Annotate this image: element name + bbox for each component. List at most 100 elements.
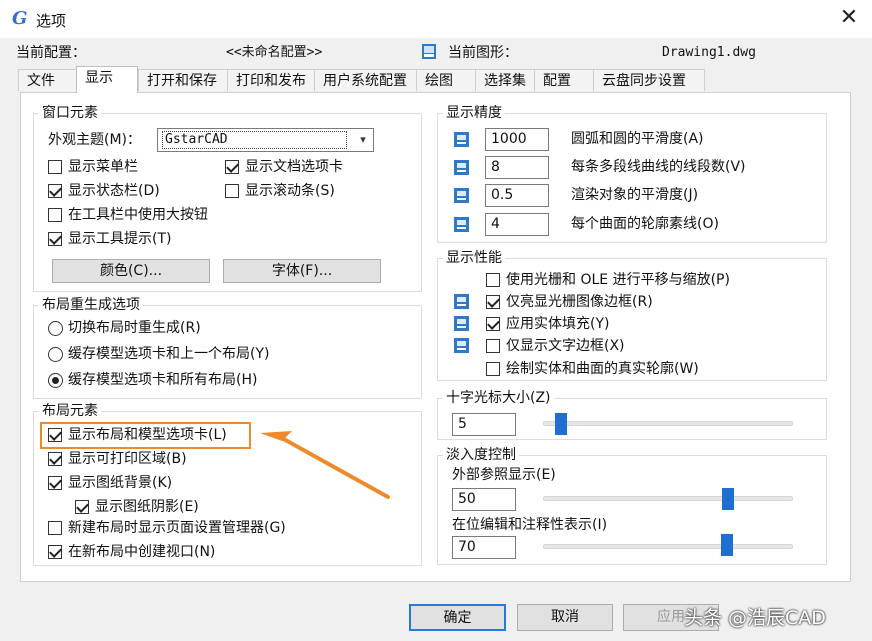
- window-title: 选项: [36, 12, 67, 30]
- saved-in-drawing-icon: [454, 160, 469, 175]
- tab-plot-publish[interactable]: 打印和发布: [227, 69, 315, 91]
- current-profile-value: <<未命名配置>>: [226, 45, 323, 60]
- show-paper-shadow-label: 显示图纸阴影(E): [95, 499, 199, 515]
- fonts-button[interactable]: 字体(F)...: [223, 259, 381, 283]
- current-profile-label: 当前配置：: [16, 45, 86, 61]
- theme-dropdown[interactable]: GstarCAD ▾: [157, 128, 374, 152]
- window-elements-title: 窗口元素: [39, 104, 101, 122]
- cache-model-last-label: 缓存模型选项卡和上一个布局(Y): [68, 346, 270, 362]
- true-silhouettes-checkbox[interactable]: [486, 362, 500, 376]
- text-boundary-label: 仅显示文字边框(X): [506, 338, 625, 354]
- title-bar: [0, 0, 872, 38]
- raster-ole-pan-label: 使用光栅和 OLE 进行平移与缩放(P): [506, 272, 730, 288]
- raster-ole-pan-checkbox[interactable]: [486, 273, 500, 287]
- inplace-slider-track[interactable]: [543, 544, 793, 549]
- layout-elements-title: 布局元素: [39, 402, 101, 420]
- watermark: 头条 @浩辰CAD: [684, 607, 826, 629]
- cache-model-all-label: 缓存模型选项卡和所有布局(H): [68, 372, 258, 388]
- theme-value: GstarCAD: [162, 131, 347, 149]
- show-paper-bg-label: 显示图纸背景(K): [68, 475, 173, 491]
- tab-files[interactable]: 文件: [18, 69, 78, 91]
- show-file-tabs-label: 显示文档选项卡: [245, 159, 343, 175]
- xref-display-input[interactable]: 50: [452, 488, 516, 511]
- show-scrollbars-checkbox[interactable]: [225, 184, 239, 198]
- highlight-raster-checkbox[interactable]: [486, 295, 500, 309]
- render-smoothness-label: 渲染对象的平滑度(J): [571, 187, 699, 203]
- regen-on-switch-label: 切换布局时重生成(R): [68, 320, 201, 336]
- true-silhouettes-label: 绘制实体和曲面的真实轮廓(W): [506, 361, 699, 377]
- show-printable-area-label: 显示可打印区域(B): [68, 451, 187, 467]
- polyline-segments-input[interactable]: 8: [485, 156, 549, 179]
- arc-smoothness-input[interactable]: 1000: [485, 128, 549, 151]
- show-tooltips-checkbox[interactable]: [48, 232, 62, 246]
- create-viewport-label: 在新布局中创建视口(N): [68, 544, 216, 560]
- current-drawing-value: Drawing1.dwg: [662, 45, 756, 60]
- show-statusbar-label: 显示状态栏(D): [68, 183, 160, 199]
- tab-display[interactable]: 显示: [76, 66, 138, 93]
- close-icon[interactable]: ✕: [836, 5, 862, 31]
- show-statusbar-checkbox[interactable]: [48, 184, 62, 198]
- saved-in-drawing-icon: [454, 217, 469, 232]
- layout-regen-title: 布局重生成选项: [39, 296, 143, 314]
- tab-profiles[interactable]: 配置: [534, 69, 594, 91]
- xref-display-label: 外部参照显示(E): [452, 467, 556, 483]
- solid-fill-label: 应用实体填充(Y): [506, 316, 610, 332]
- show-layout-tabs-label: 显示布局和模型选项卡(L): [68, 427, 227, 443]
- crosshair-slider-thumb[interactable]: [554, 413, 567, 435]
- tab-selection[interactable]: 选择集: [475, 69, 535, 91]
- xref-slider-track[interactable]: [543, 496, 793, 501]
- crosshair-slider-track[interactable]: [543, 421, 793, 426]
- saved-in-drawing-icon: [454, 188, 469, 203]
- crosshair-title: 十字光标大小(Z): [443, 389, 554, 407]
- theme-label: 外观主题(M)：: [48, 132, 142, 148]
- saved-in-drawing-icon: [454, 316, 469, 331]
- display-resolution-title: 显示精度: [443, 104, 505, 122]
- show-paper-bg-checkbox[interactable]: [48, 476, 62, 490]
- show-page-setup-checkbox[interactable]: [48, 521, 62, 535]
- tab-cloud-sync[interactable]: 云盘同步设置: [593, 69, 705, 91]
- show-layout-tabs-checkbox[interactable]: [48, 428, 62, 442]
- inplace-slider-thumb[interactable]: [721, 534, 734, 556]
- contour-lines-label: 每个曲面的轮廓素线(O): [571, 216, 719, 232]
- text-boundary-checkbox[interactable]: [486, 339, 500, 353]
- cancel-button[interactable]: 取消: [517, 604, 613, 631]
- large-buttons-label: 在工具栏中使用大按钮: [68, 207, 208, 223]
- fade-control-title: 淡入度控制: [443, 446, 519, 464]
- show-page-setup-label: 新建布局时显示页面设置管理器(G): [68, 520, 286, 536]
- chevron-down-icon: ▾: [360, 133, 366, 146]
- contour-lines-input[interactable]: 4: [485, 213, 549, 236]
- current-drawing-label: 当前图形：: [448, 45, 518, 61]
- annotation-arrow-icon: [260, 431, 390, 499]
- show-tooltips-label: 显示工具提示(T): [68, 231, 172, 247]
- saved-in-drawing-icon: [454, 132, 469, 147]
- create-viewport-checkbox[interactable]: [48, 545, 62, 559]
- cache-model-all-radio[interactable]: [48, 373, 63, 388]
- colors-button[interactable]: 颜色(C)...: [52, 259, 210, 283]
- xref-slider-thumb[interactable]: [721, 488, 734, 510]
- cache-model-last-radio[interactable]: [48, 347, 63, 362]
- show-scrollbars-label: 显示滚动条(S): [245, 183, 335, 199]
- arc-smoothness-label: 圆弧和圆的平滑度(A): [571, 131, 704, 147]
- tab-drafting[interactable]: 绘图: [416, 69, 476, 91]
- show-file-tabs-checkbox[interactable]: [225, 160, 239, 174]
- display-performance-title: 显示性能: [443, 249, 505, 267]
- crosshair-size-input[interactable]: 5: [452, 413, 516, 436]
- saved-in-drawing-icon: [454, 338, 469, 353]
- saved-in-drawing-icon: [454, 294, 469, 309]
- polyline-segments-label: 每条多段线曲线的线段数(V): [571, 159, 746, 175]
- highlight-raster-label: 仅亮显光栅图像边框(R): [506, 294, 653, 310]
- show-paper-shadow-checkbox[interactable]: [75, 500, 89, 514]
- show-printable-area-checkbox[interactable]: [48, 452, 62, 466]
- tab-user-preferences[interactable]: 用户系统配置: [314, 69, 417, 91]
- inplace-edit-input[interactable]: 70: [452, 536, 516, 559]
- solid-fill-checkbox[interactable]: [486, 317, 500, 331]
- ok-button[interactable]: 确定: [409, 604, 506, 631]
- render-smoothness-input[interactable]: 0.5: [485, 184, 549, 207]
- inplace-edit-label: 在位编辑和注释性表示(I): [452, 517, 608, 533]
- show-menubar-checkbox[interactable]: [48, 160, 62, 174]
- drawing-icon: [422, 44, 436, 59]
- large-buttons-checkbox[interactable]: [48, 208, 62, 222]
- show-menubar-label: 显示菜单栏: [68, 159, 138, 175]
- tab-open-save[interactable]: 打开和保存: [138, 69, 228, 91]
- regen-on-switch-radio[interactable]: [48, 321, 63, 336]
